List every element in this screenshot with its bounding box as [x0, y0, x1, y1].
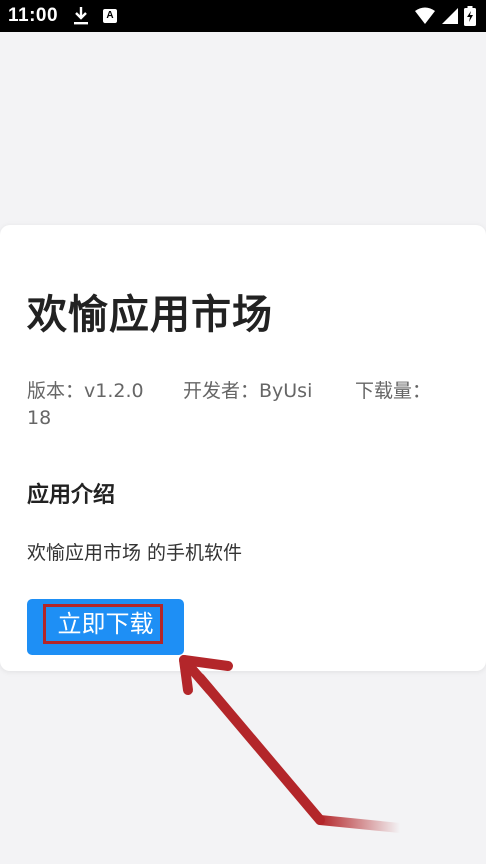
- version-text: 版本：v1.2.0: [27, 380, 144, 402]
- download-now-button[interactable]: 立即下载: [27, 599, 184, 655]
- downloads-label: 下载量：: [355, 380, 432, 402]
- developer-text: 开发者：ByUsi: [183, 380, 313, 402]
- app-title: 欢愉应用市场: [27, 292, 273, 338]
- a-notification-icon: A: [103, 9, 117, 23]
- wifi-icon: [415, 7, 435, 24]
- downloads-value: 18: [27, 407, 52, 429]
- download-now-label: 立即下载: [57, 611, 154, 638]
- pointer-arrow-icon: [179, 655, 405, 833]
- battery-charging-icon: [464, 6, 476, 26]
- intro-heading: 应用介绍: [27, 483, 116, 508]
- download-icon: [74, 7, 88, 25]
- status-bar: 11:00 A: [0, 0, 486, 32]
- signal-icon: [442, 8, 458, 24]
- intro-text: 欢愉应用市场 的手机软件: [27, 542, 243, 564]
- status-time: 11:00: [8, 5, 59, 26]
